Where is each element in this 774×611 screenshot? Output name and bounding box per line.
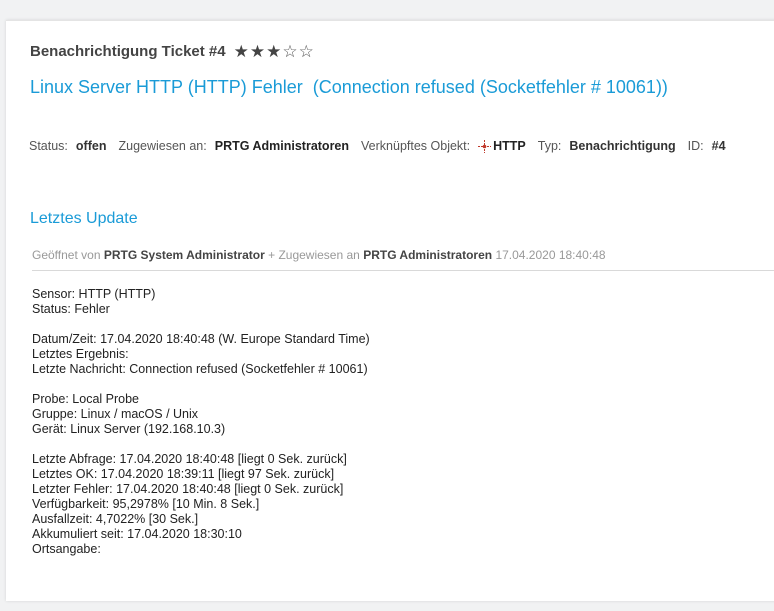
- priority-stars[interactable]: ★ ★ ★ ☆ ☆: [234, 43, 315, 60]
- ticket-card: Benachrichtigung Ticket #4 ★ ★ ★ ☆ ☆ Lin…: [6, 20, 774, 601]
- message-line: Letztes Ergebnis:: [32, 347, 129, 361]
- message-line: Gruppe: Linux / macOS / Unix: [32, 407, 199, 421]
- message-body: Sensor: HTTP (HTTP) Status: Fehler Datum…: [32, 287, 370, 557]
- type-label: Typ:: [537, 139, 562, 153]
- assigned-to-group[interactable]: PRTG Administratoren: [363, 248, 492, 262]
- ticket-title: Benachrichtigung Ticket #4: [30, 43, 226, 60]
- ticket-headline: Linux Server HTTP (HTTP) Fehler (Connect…: [30, 77, 668, 97]
- message-line: Akkumuliert seit: 17.04.2020 18:30:10: [32, 527, 242, 541]
- star-filled-icon[interactable]: ★: [234, 43, 249, 60]
- star-filled-icon[interactable]: ★: [266, 43, 281, 60]
- message-line: Verfügbarkeit: 95,2978% [10 Min. 8 Sek.]: [32, 497, 260, 511]
- type-value: Benachrichtigung: [569, 139, 676, 153]
- message-line: Letztes OK: 17.04.2020 18:39:11 [liegt 9…: [32, 467, 335, 481]
- star-empty-icon[interactable]: ☆: [299, 43, 314, 60]
- message-line: Letzte Abfrage: 17.04.2020 18:40:48 [lie…: [32, 452, 347, 466]
- message-line: Letzter Fehler: 17.04.2020 18:40:48 [lie…: [32, 482, 344, 496]
- id-label: ID:: [687, 139, 704, 153]
- star-filled-icon[interactable]: ★: [250, 43, 265, 60]
- ticket-header: Benachrichtigung Ticket #4 ★ ★ ★ ☆ ☆: [30, 43, 315, 60]
- assigned-link[interactable]: PRTG Administratoren: [215, 139, 349, 153]
- status-value: offen: [75, 139, 107, 153]
- update-timestamp: 17.04.2020 18:40:48: [495, 248, 606, 262]
- linked-object-label: Verknüpftes Objekt:: [361, 139, 471, 153]
- status-label: Status:: [29, 139, 68, 153]
- update-info: Geöffnet von PRTG System Administrator +…: [32, 248, 774, 271]
- opened-by-label: Geöffnet von: [32, 248, 101, 262]
- star-empty-icon[interactable]: ☆: [282, 43, 297, 60]
- assigned-label: Zugewiesen an:: [118, 139, 207, 153]
- linked-object-link[interactable]: HTTP: [493, 139, 526, 153]
- ticket-meta: Status: offen Zugewiesen an: PRTG Admini…: [29, 139, 738, 153]
- sensor-icon: [478, 139, 492, 153]
- id-value: #4: [711, 139, 726, 153]
- message-line: Ortsangabe:: [32, 542, 101, 556]
- message-line: Probe: Local Probe: [32, 392, 140, 406]
- last-update-heading: Letztes Update: [30, 210, 138, 227]
- message-line: Datum/Zeit: 17.04.2020 18:40:48 (W. Euro…: [32, 332, 370, 346]
- opened-by-user[interactable]: PRTG System Administrator: [104, 248, 265, 262]
- message-line: Status: Fehler: [32, 302, 110, 316]
- message-line: Sensor: HTTP (HTTP): [32, 287, 156, 301]
- message-line: Gerät: Linux Server (192.168.10.3): [32, 422, 226, 436]
- message-line: Ausfallzeit: 4,7022% [30 Sek.]: [32, 512, 199, 526]
- assigned-to-label: + Zugewiesen an: [268, 248, 360, 262]
- message-line: Letzte Nachricht: Connection refused (So…: [32, 362, 368, 376]
